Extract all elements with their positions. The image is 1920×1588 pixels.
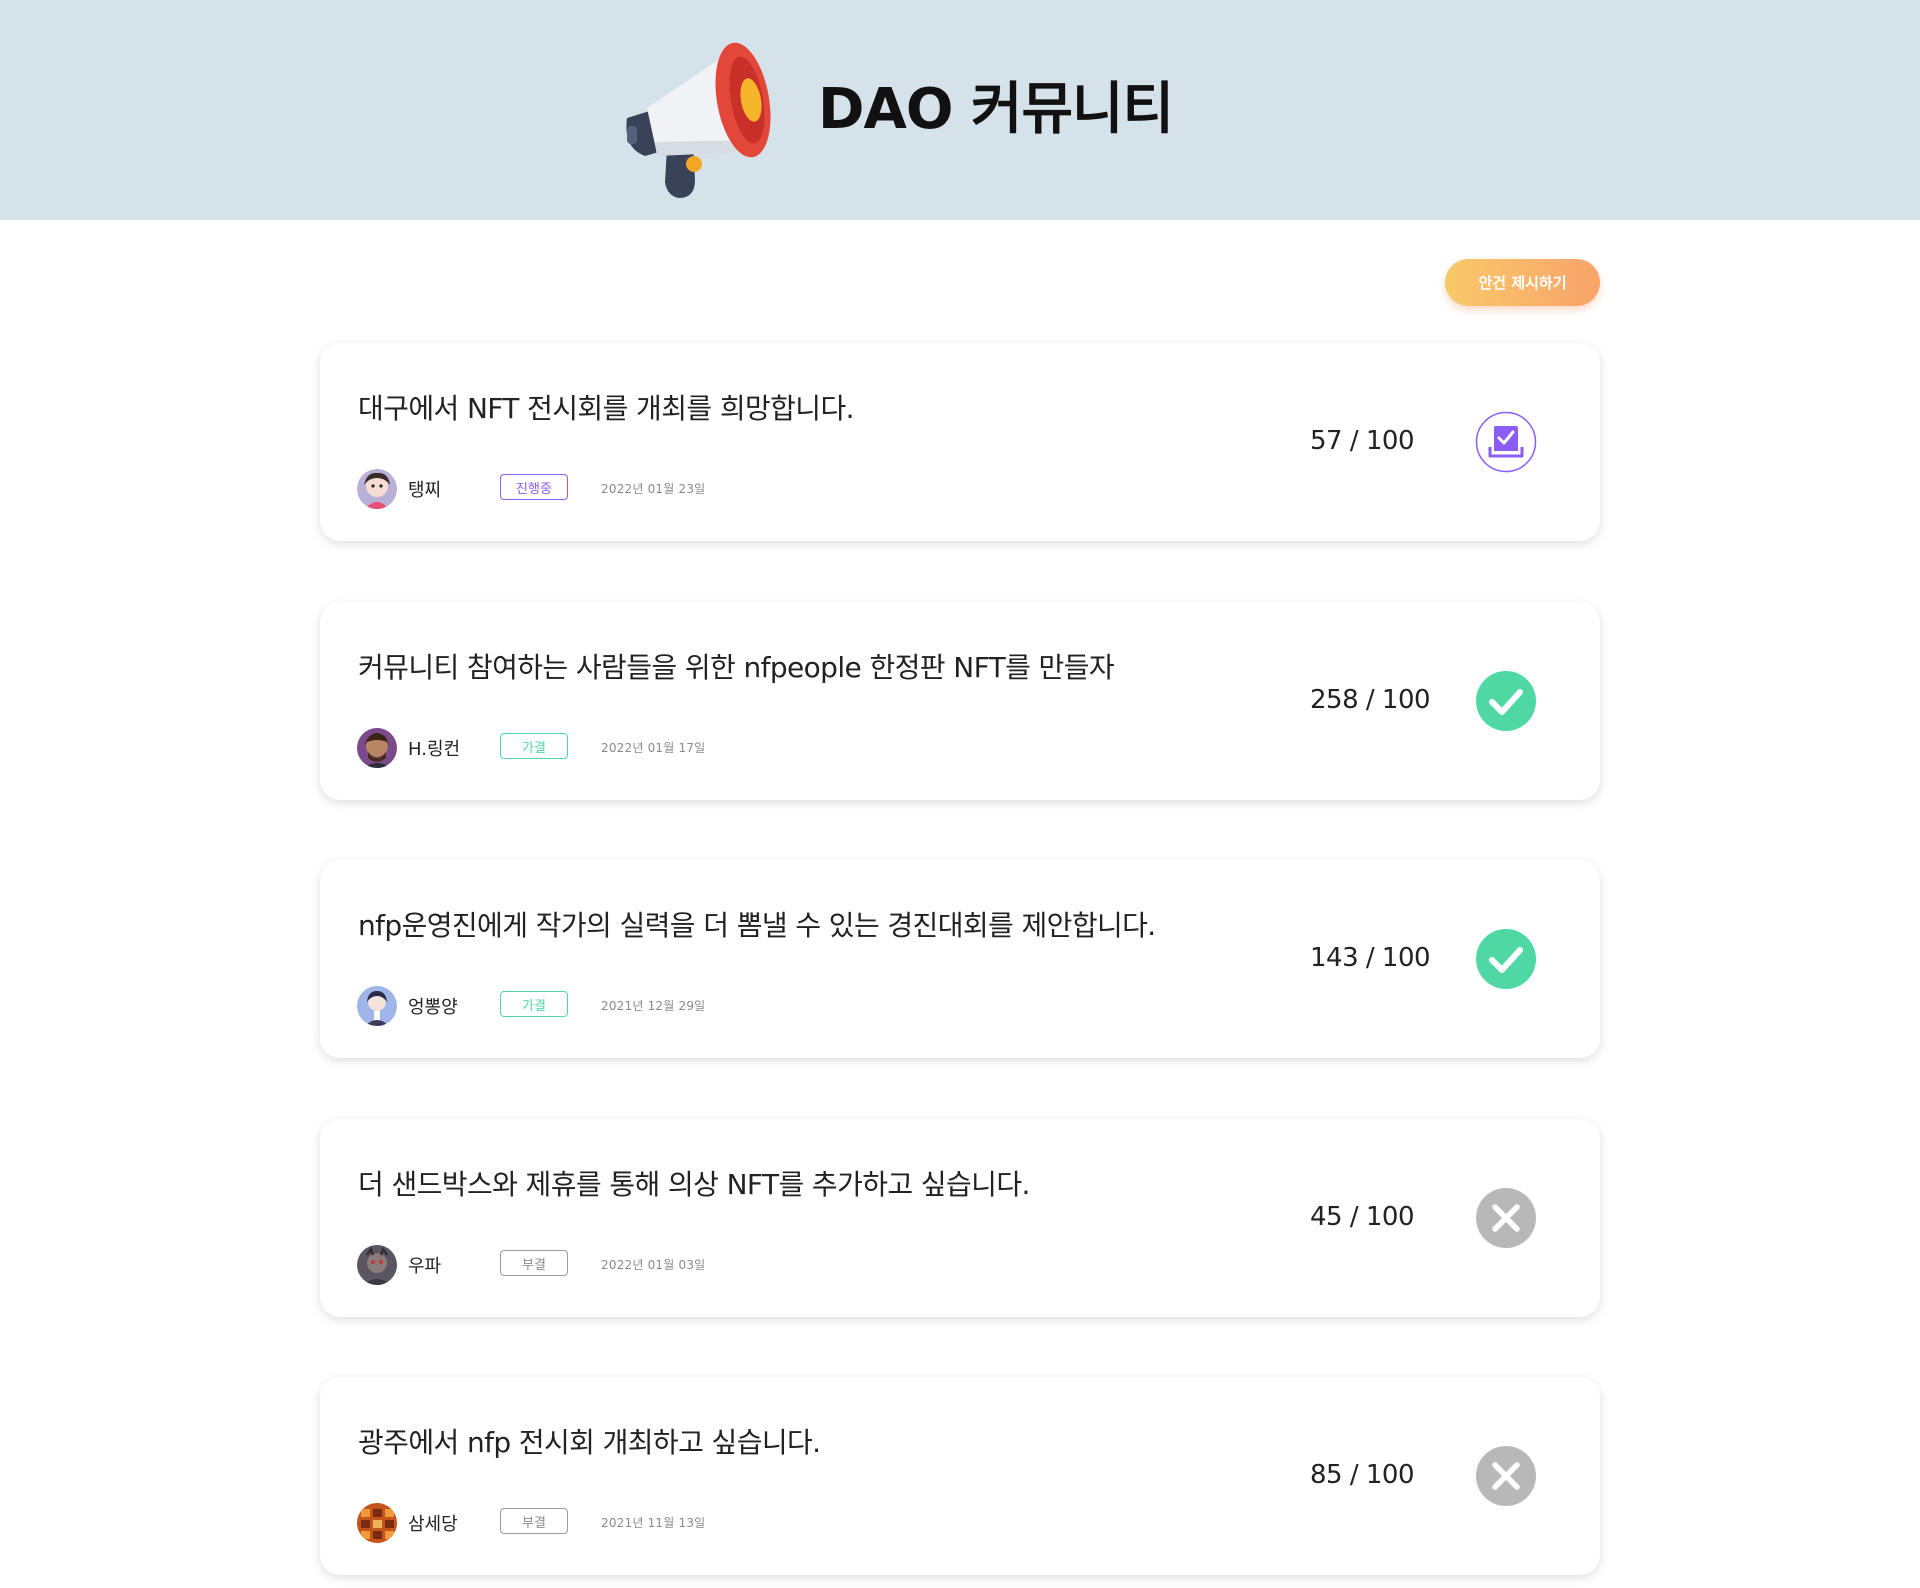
proposal-date: 2021년 12월 29일: [601, 999, 706, 1013]
author-name[interactable]: 엉뽕양: [408, 993, 458, 1019]
check-circle-icon: [1476, 929, 1536, 989]
x-circle-icon: [1476, 1188, 1536, 1248]
proposal-date: 2022년 01월 23일: [601, 482, 706, 496]
megaphone-icon: [626, 42, 771, 198]
proposal-date: 2022년 01월 03일: [601, 1258, 706, 1272]
status-badge: 부결: [500, 1508, 568, 1534]
author-name[interactable]: 탱찌: [408, 476, 441, 502]
proposal-card[interactable]: 광주에서 nfp 전시회 개최하고 싶습니다. 삼세당 부결 2021년 11월…: [320, 1377, 1600, 1575]
propose-agenda-button[interactable]: 안건 제시하기: [1445, 259, 1600, 306]
status-badge: 부결: [500, 1250, 568, 1276]
proposal-date: 2021년 11월 13일: [601, 1516, 706, 1530]
proposal-date: 2022년 01월 17일: [601, 741, 706, 755]
proposal-title[interactable]: nfp운영진에게 작가의 실력을 더 뽐낼 수 있는 경진대회를 제안합니다.: [358, 904, 1156, 944]
author-name[interactable]: 우파: [408, 1252, 441, 1278]
vote-count: 143 / 100: [1310, 943, 1431, 973]
page-header: DAO 커뮤니티: [0, 0, 1920, 220]
proposal-card[interactable]: 더 샌드박스와 제휴를 통해 의상 NFT를 추가하고 싶습니다. 우파 부결 …: [320, 1119, 1600, 1317]
x-circle-icon: [1476, 1446, 1536, 1506]
author-name[interactable]: H.링컨: [408, 735, 460, 761]
avatar: [357, 728, 397, 768]
author-name[interactable]: 삼세당: [408, 1510, 458, 1536]
vote-count: 57 / 100: [1310, 426, 1415, 456]
proposal-title[interactable]: 커뮤니티 참여하는 사람들을 위한 nfpeople 한정판 NFT를 만들자: [358, 646, 1115, 686]
vote-count: 85 / 100: [1310, 1460, 1415, 1490]
proposal-card[interactable]: 커뮤니티 참여하는 사람들을 위한 nfpeople 한정판 NFT를 만들자 …: [320, 602, 1600, 800]
page-title: DAO 커뮤니티: [818, 77, 1174, 142]
proposal-title[interactable]: 더 샌드박스와 제휴를 통해 의상 NFT를 추가하고 싶습니다.: [358, 1163, 1030, 1203]
avatar: [357, 1245, 397, 1285]
vote-count: 45 / 100: [1310, 1202, 1415, 1232]
avatar: [357, 986, 397, 1026]
proposal-title[interactable]: 대구에서 NFT 전시회를 개최를 희망합니다.: [358, 387, 855, 427]
avatar: [357, 469, 397, 509]
check-circle-icon: [1476, 671, 1536, 731]
status-badge: 가결: [500, 733, 568, 759]
proposal-card[interactable]: nfp운영진에게 작가의 실력을 더 뽐낼 수 있는 경진대회를 제안합니다. …: [320, 860, 1600, 1058]
vote-count: 258 / 100: [1310, 685, 1431, 715]
vote-box-icon[interactable]: [1475, 411, 1537, 473]
status-badge: 진행중: [500, 474, 568, 500]
status-badge: 가결: [500, 991, 568, 1017]
avatar: [357, 1503, 397, 1543]
proposal-title[interactable]: 광주에서 nfp 전시회 개최하고 싶습니다.: [358, 1421, 821, 1461]
proposal-card[interactable]: 대구에서 NFT 전시회를 개최를 희망합니다. 탱찌 진행중 2022년 01…: [320, 343, 1600, 541]
